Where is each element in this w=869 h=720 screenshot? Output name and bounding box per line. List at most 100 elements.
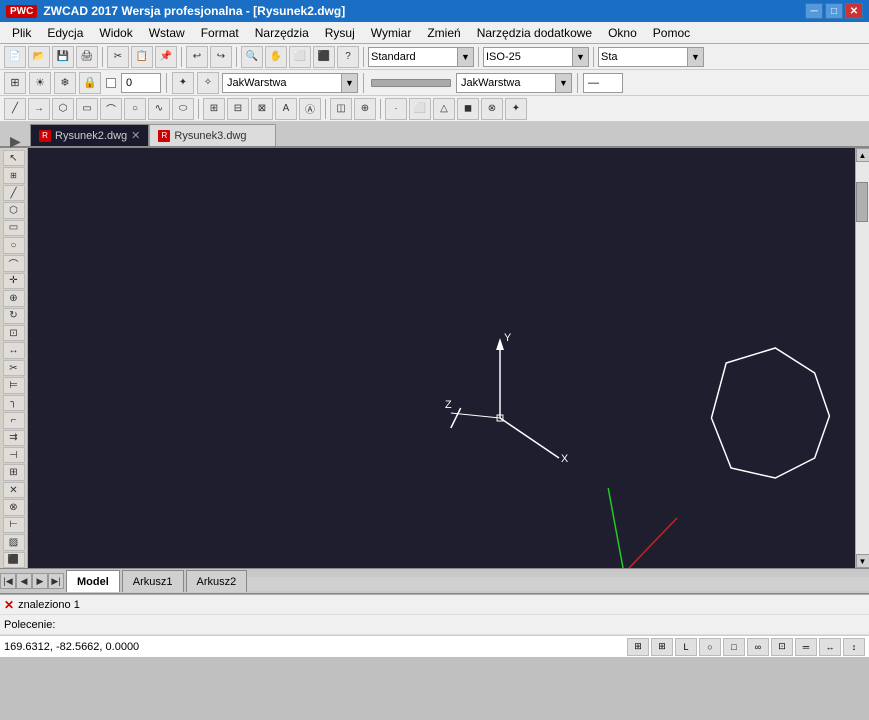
zoom-ext-button[interactable]: ⬜ — [289, 46, 311, 68]
minimize-button[interactable]: ─ — [805, 3, 823, 19]
linetype-arrow[interactable]: ▼ — [556, 73, 572, 93]
scroll-thumb[interactable] — [856, 182, 868, 222]
scroll-down-arrow[interactable]: ▼ — [856, 554, 869, 568]
status-lw-btn[interactable]: ↔ — [819, 638, 841, 656]
draw-face-button[interactable]: △ — [433, 98, 455, 120]
draw-poly-button[interactable]: ⬡ — [52, 98, 74, 120]
style-combo-arrow[interactable]: ▼ — [458, 47, 474, 67]
left-trim-button[interactable]: ✂ — [3, 360, 25, 376]
left-copy-button[interactable]: ⊕ — [3, 290, 25, 306]
tab-menu-arrow[interactable]: ▶ — [10, 133, 21, 150]
undo-button[interactable]: ↩ — [186, 46, 208, 68]
left-layer-button[interactable]: ⬛ — [3, 552, 25, 568]
menu-plik[interactable]: Plik — [4, 24, 39, 42]
h-scrollbar[interactable] — [247, 577, 869, 591]
draw-region-button[interactable]: ⊟ — [227, 98, 249, 120]
draw-ray-button[interactable]: → — [28, 98, 50, 120]
left-offset-button[interactable]: ⇉ — [3, 430, 25, 446]
draw-ellipse-button[interactable]: ⬭ — [172, 98, 194, 120]
layer-lock-button[interactable]: 🔒 — [79, 72, 101, 94]
menu-wstaw[interactable]: Wstaw — [141, 24, 193, 42]
draw-block-button[interactable]: ◫ — [330, 98, 352, 120]
draw-wipeout-button[interactable]: ⊗ — [481, 98, 503, 120]
draw-circle-button[interactable]: ○ — [124, 98, 146, 120]
left-move-button[interactable]: ✛ — [3, 273, 25, 289]
status-dyn-btn[interactable]: ═ — [795, 638, 817, 656]
left-rect-button[interactable]: ▭ — [3, 220, 25, 236]
help-button[interactable]: ? — [337, 46, 359, 68]
text-combo-arrow[interactable]: ▼ — [688, 47, 704, 67]
status-grid-btn[interactable]: ⊞ — [627, 638, 649, 656]
menu-format[interactable]: Format — [193, 24, 247, 42]
left-array-button[interactable]: ⊞ — [3, 464, 25, 480]
open-button[interactable]: 📂 — [28, 46, 50, 68]
left-select-button[interactable]: ⊞ — [3, 167, 25, 183]
zoom-button[interactable]: 🔍 — [241, 46, 263, 68]
cut-button[interactable]: ✂ — [107, 46, 129, 68]
tab-rysunek2[interactable]: R Rysunek2.dwg ✕ — [30, 124, 149, 146]
draw-hatch-button[interactable]: ⊞ — [203, 98, 225, 120]
cmd-close-icon[interactable]: ✕ — [4, 598, 14, 612]
layer-freeze-button[interactable]: ❄ — [54, 72, 76, 94]
left-fillet-button[interactable]: ╮ — [3, 395, 25, 411]
lineweight-combo[interactable]: — — [583, 73, 623, 93]
tab-model[interactable]: Model — [66, 570, 120, 592]
text-combo[interactable]: Sta — [598, 47, 688, 67]
left-mirror-button[interactable]: ⊣ — [3, 447, 25, 463]
draw-line-button[interactable]: ╱ — [4, 98, 26, 120]
command-input-bar[interactable]: 169.6312, -82.5662, 0.0000 ⊞ ⊞ L ○ □ ∞ ⊡… — [0, 635, 869, 657]
menu-narzedzia[interactable]: Narzędzia — [247, 24, 317, 42]
status-ortho-btn[interactable]: L — [675, 638, 697, 656]
nav-next-arrow[interactable]: ▶ — [32, 573, 48, 589]
dimstyle-combo-arrow[interactable]: ▼ — [573, 47, 589, 67]
tab-rysunek3[interactable]: R Rysunek3.dwg — [149, 124, 275, 146]
layer-name-arrow[interactable]: ▼ — [342, 73, 358, 93]
left-line-button[interactable]: ╱ — [3, 185, 25, 201]
draw-spline-button[interactable]: ∿ — [148, 98, 170, 120]
left-poly-button[interactable]: ⬡ — [3, 202, 25, 218]
status-model-btn[interactable]: ↕ — [843, 638, 865, 656]
layer-sun-button[interactable]: ☀ — [29, 72, 51, 94]
draw-point-button[interactable]: · — [385, 98, 407, 120]
left-circle-button[interactable]: ○ — [3, 237, 25, 253]
menu-widok[interactable]: Widok — [91, 24, 140, 42]
status-otrack-btn[interactable]: ∞ — [747, 638, 769, 656]
tab-close-rysunek2[interactable]: ✕ — [131, 129, 140, 142]
nav-last-arrow[interactable]: ▶| — [48, 573, 64, 589]
menu-okno[interactable]: Okno — [600, 24, 645, 42]
draw-insert-button[interactable]: ⊕ — [354, 98, 376, 120]
left-pick-button[interactable]: ↖ — [3, 150, 25, 166]
zoom-prev-button[interactable]: ⬛ — [313, 46, 335, 68]
draw-3d-button[interactable]: ⬜ — [409, 98, 431, 120]
maximize-button[interactable]: □ — [825, 3, 843, 19]
close-button[interactable]: ✕ — [845, 3, 863, 19]
left-dim-button[interactable]: ⊢ — [3, 517, 25, 533]
left-rotate-button[interactable]: ↻ — [3, 308, 25, 324]
draw-table-button[interactable]: ⊠ — [251, 98, 273, 120]
save-button[interactable]: 💾 — [52, 46, 74, 68]
dimstyle-combo[interactable]: ISO-25 — [483, 47, 573, 67]
nav-first-arrow[interactable]: |◀ — [0, 573, 16, 589]
menu-zmien[interactable]: Zmień — [419, 24, 468, 42]
menu-pomoc[interactable]: Pomoc — [645, 24, 698, 42]
tab-arkusz2[interactable]: Arkusz2 — [186, 570, 248, 592]
layer-mgr-button[interactable]: ⊞ — [4, 72, 26, 94]
copy-button[interactable]: 📋 — [131, 46, 153, 68]
status-osnap-btn[interactable]: □ — [723, 638, 745, 656]
draw-mtext-button[interactable]: Ⓐ — [299, 98, 321, 120]
print-button[interactable]: 🖨 — [76, 46, 98, 68]
match-prop-button[interactable]: ✦ — [172, 72, 194, 94]
left-extend-button[interactable]: ⊨ — [3, 377, 25, 393]
linetype-combo[interactable]: JakWarstwa — [456, 73, 556, 93]
menu-narzedzia-dodatkowe[interactable]: Narzędzia dodatkowe — [469, 24, 600, 42]
style-combo[interactable]: Standard — [368, 47, 458, 67]
menu-edycja[interactable]: Edycja — [39, 24, 91, 42]
scroll-track[interactable] — [856, 162, 869, 554]
status-snap-btn[interactable]: ⊞ — [651, 638, 673, 656]
scroll-up-arrow[interactable]: ▲ — [856, 148, 869, 162]
pan-button[interactable]: ✋ — [265, 46, 287, 68]
tab-arkusz1[interactable]: Arkusz1 — [122, 570, 184, 592]
draw-solid-button[interactable]: ◼ — [457, 98, 479, 120]
status-polar-btn[interactable]: ○ — [699, 638, 721, 656]
left-hatch-button[interactable]: ▨ — [3, 534, 25, 550]
